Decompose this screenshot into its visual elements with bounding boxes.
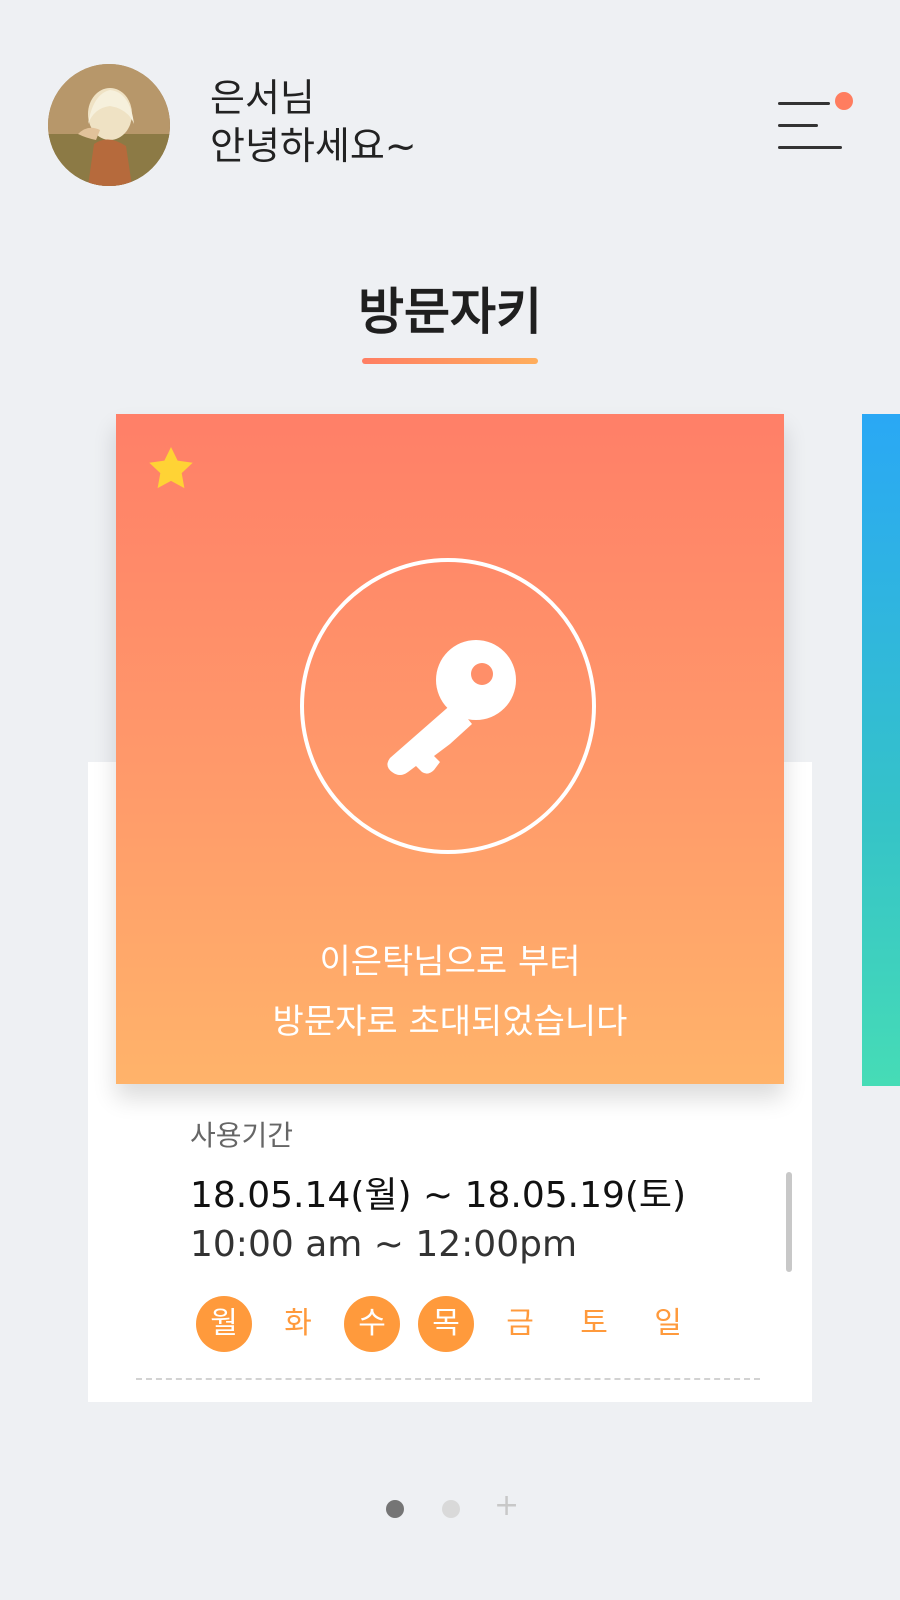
- period-label: 사용기간: [190, 1119, 294, 1152]
- menu-line-top: [778, 102, 830, 105]
- dashed-divider: [136, 1378, 760, 1380]
- add-key-plus-icon[interactable]: +: [494, 1488, 519, 1523]
- key-icon: [387, 640, 516, 775]
- menu-line-middle: [778, 124, 818, 127]
- avatar-photo: [48, 64, 170, 186]
- day-sun[interactable]: 일: [640, 1296, 696, 1352]
- invite-message: 이은탁님으로 부터 방문자로 초대되었습니다: [116, 932, 784, 1052]
- page-title: 방문자키: [358, 283, 542, 341]
- invite-line2: 방문자로 초대되었습니다: [272, 1002, 628, 1042]
- key-circle: [300, 558, 596, 854]
- date-range: 18.05.14(월) ~ 18.05.19(토): [190, 1175, 687, 1216]
- scrollbar[interactable]: [786, 1172, 792, 1272]
- day-tue[interactable]: 화: [270, 1296, 326, 1352]
- star-icon[interactable]: [144, 442, 198, 496]
- day-fri[interactable]: 금: [492, 1296, 548, 1352]
- invite-line1: 이은탁님으로 부터: [319, 942, 581, 982]
- day-sat[interactable]: 토: [566, 1296, 622, 1352]
- title-underline: [362, 358, 538, 364]
- pagination: +: [0, 1488, 900, 1524]
- visitor-key-card[interactable]: 이은탁님으로 부터 방문자로 초대되었습니다: [116, 414, 784, 1084]
- day-thu[interactable]: 목: [418, 1296, 474, 1352]
- screen: 은서님 안녕하세요~ 방문자키 이은탁님으로 부터 방문자로 초대되었습니다 사…: [0, 0, 900, 1600]
- day-wed[interactable]: 수: [344, 1296, 400, 1352]
- menu-line-bottom: [778, 146, 842, 149]
- page-dot-1[interactable]: [386, 1500, 404, 1518]
- notification-dot: [835, 92, 853, 110]
- greeting-name: 은서님: [210, 76, 315, 120]
- time-range: 10:00 am ~ 12:00pm: [190, 1224, 578, 1265]
- greeting: 은서님 안녕하세요~: [210, 74, 417, 170]
- page-dot-2[interactable]: [442, 1500, 460, 1518]
- greeting-hello: 안녕하세요~: [210, 124, 417, 168]
- day-mon[interactable]: 월: [196, 1296, 252, 1352]
- next-card-peek[interactable]: [862, 414, 900, 1086]
- menu-button[interactable]: [778, 92, 853, 162]
- avatar[interactable]: [48, 64, 170, 186]
